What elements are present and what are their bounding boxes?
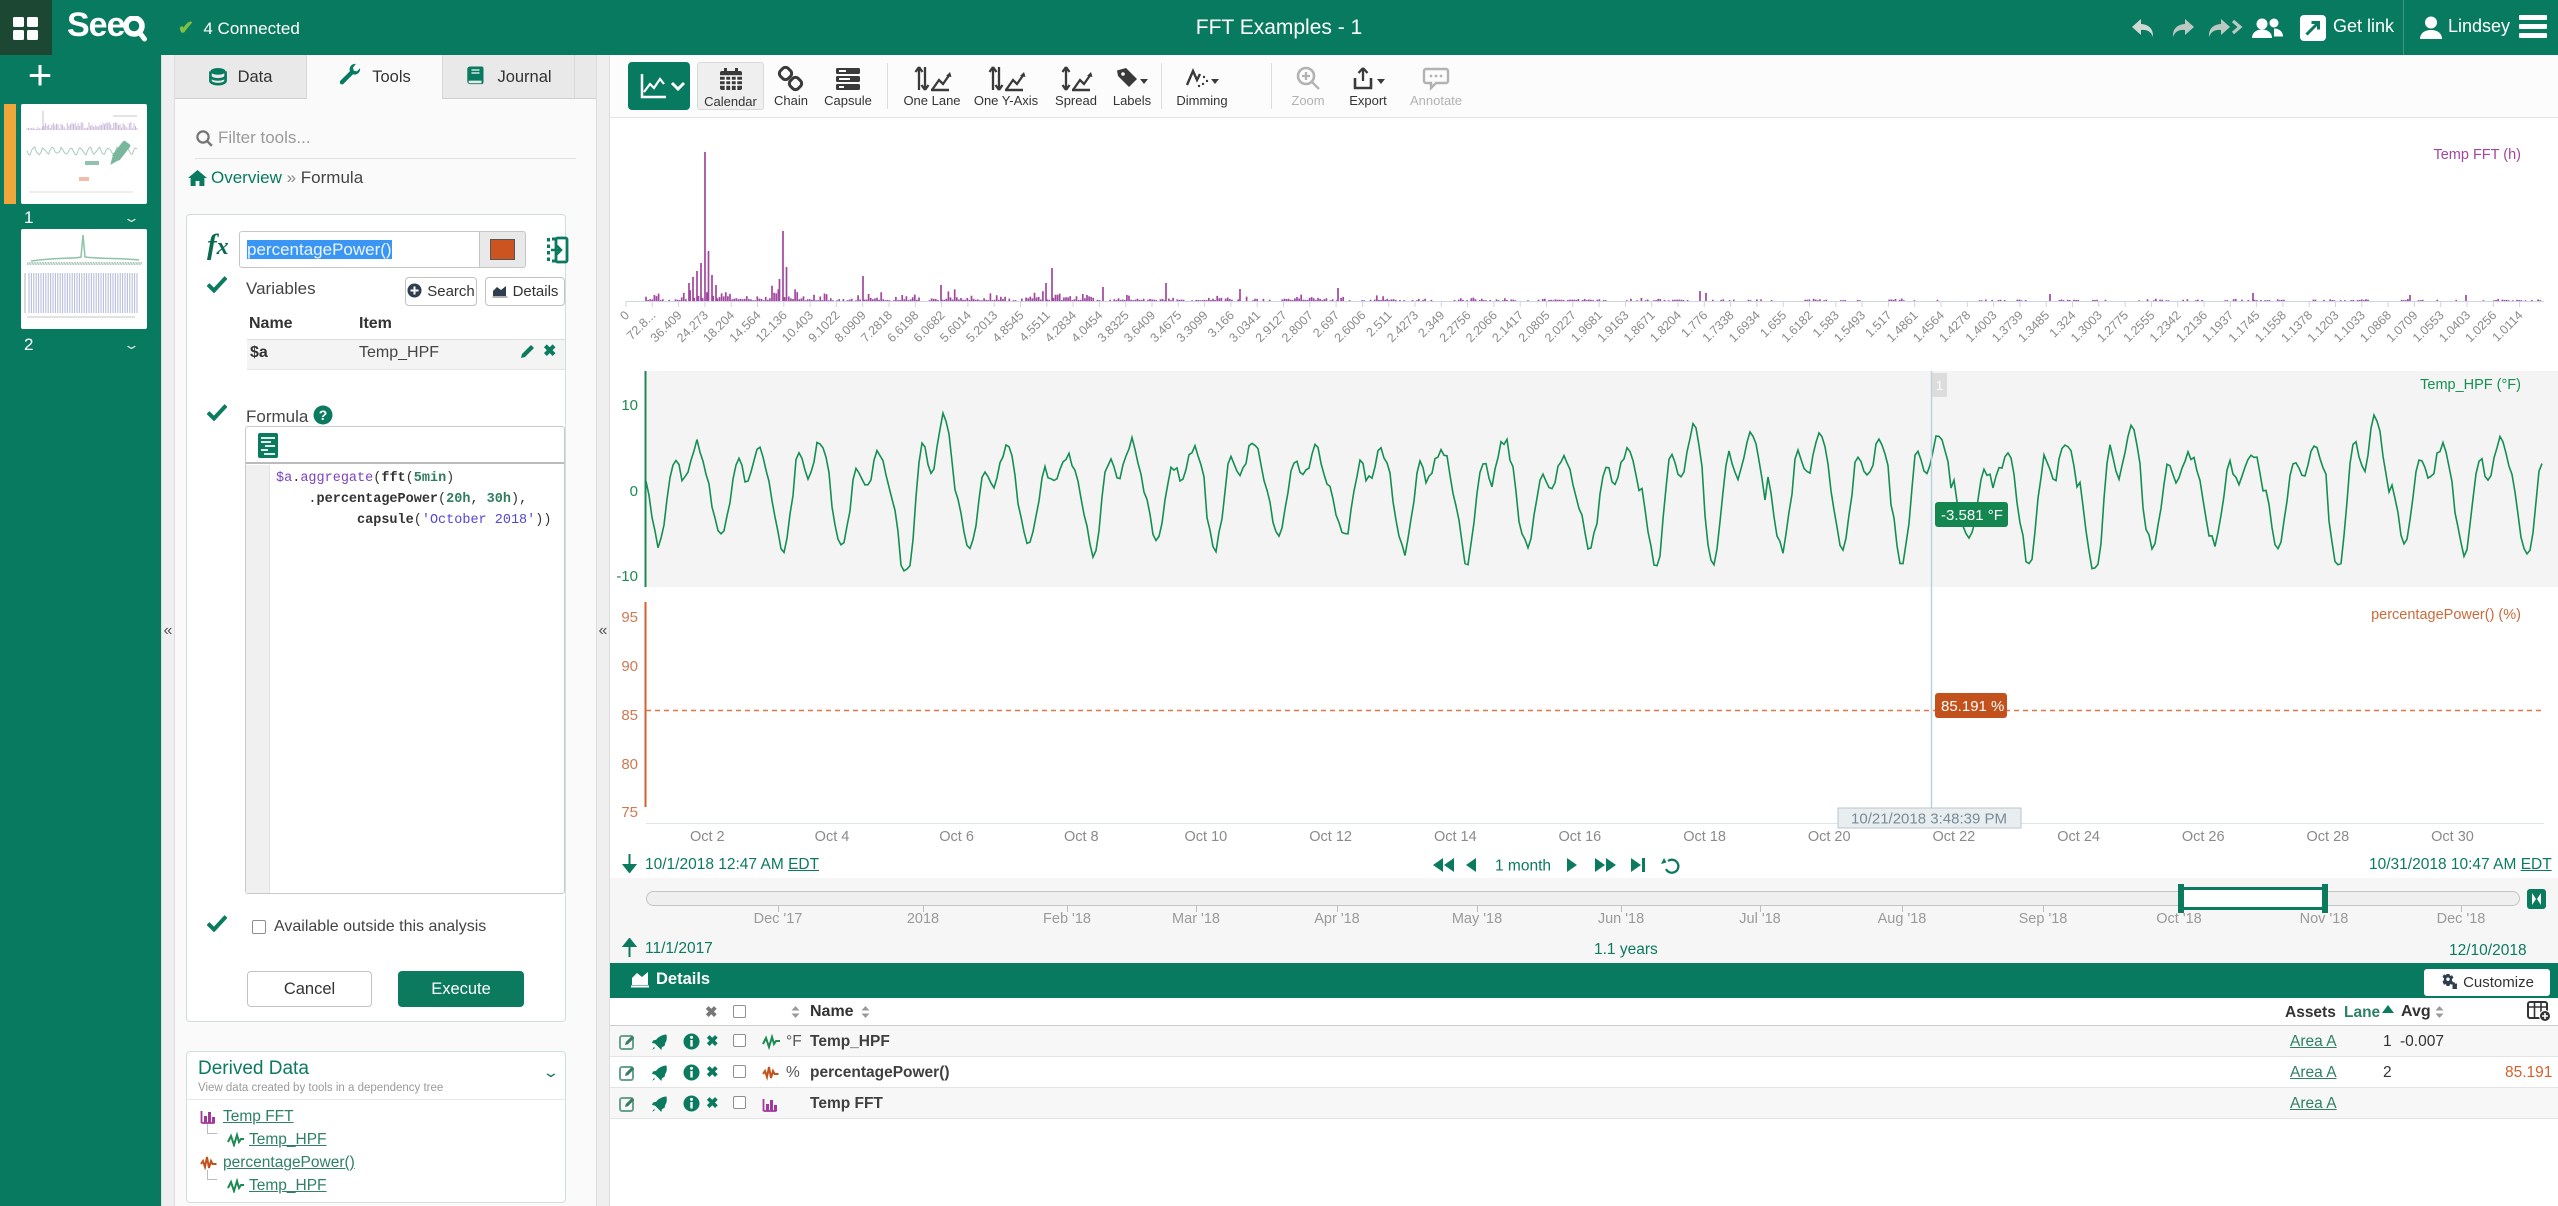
svg-text:Oct 12: Oct 12	[1309, 829, 1352, 845]
svg-text:1: 1	[1936, 378, 1943, 393]
svg-text:Temp_HPF (°F): Temp_HPF (°F)	[2420, 377, 2521, 393]
svg-text:10/21/2018 3:48:39 PM: 10/21/2018 3:48:39 PM	[1851, 811, 2007, 828]
svg-text:Oct 4: Oct 4	[815, 829, 850, 845]
svg-text:Oct 24: Oct 24	[2057, 829, 2100, 845]
svg-text:Oct 8: Oct 8	[1064, 829, 1099, 845]
svg-text:Oct 18: Oct 18	[1683, 829, 1726, 845]
svg-text:95: 95	[621, 609, 638, 626]
svg-text:85: 85	[621, 707, 638, 724]
svg-text:0: 0	[617, 308, 632, 323]
svg-text:10: 10	[621, 397, 638, 414]
svg-text:-3.581 °F: -3.581 °F	[1941, 507, 2003, 524]
svg-text:Oct 14: Oct 14	[1434, 829, 1477, 845]
svg-text:1 month: 1 month	[1495, 858, 1551, 875]
svg-text:Oct 28: Oct 28	[2307, 829, 2350, 845]
svg-text:Oct 26: Oct 26	[2182, 829, 2225, 845]
svg-text:75: 75	[621, 804, 638, 821]
svg-text:Oct 2: Oct 2	[690, 829, 725, 845]
svg-text:Oct 10: Oct 10	[1185, 829, 1228, 845]
svg-text:percentagePower() (%): percentagePower() (%)	[2371, 607, 2521, 623]
svg-text:Oct 20: Oct 20	[1808, 829, 1851, 845]
svg-text:?: ?	[319, 407, 328, 423]
svg-text:-10: -10	[616, 568, 638, 585]
svg-text:90: 90	[621, 658, 638, 675]
svg-text:Oct 16: Oct 16	[1559, 829, 1602, 845]
svg-text:80: 80	[621, 756, 638, 773]
svg-text:85.191 %: 85.191 %	[1941, 698, 2004, 715]
svg-text:Oct 6: Oct 6	[939, 829, 974, 845]
svg-text:0: 0	[630, 483, 638, 500]
svg-text:Oct 22: Oct 22	[1933, 829, 1976, 845]
svg-text:Temp FFT (h): Temp FFT (h)	[2433, 147, 2521, 163]
svg-text:Oct 30: Oct 30	[2431, 829, 2474, 845]
